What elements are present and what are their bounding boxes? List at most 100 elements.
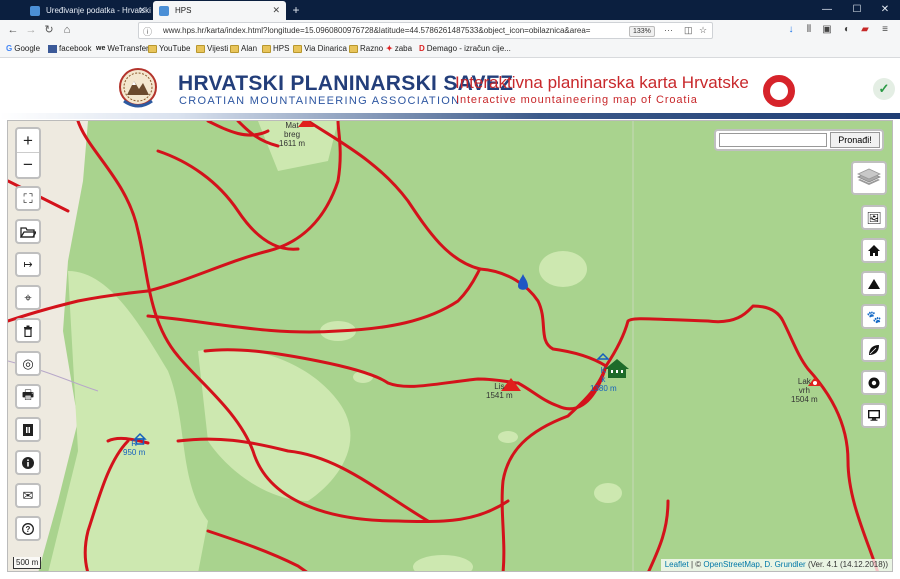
tab-hps[interactable]: HPS ✕ — [153, 1, 286, 20]
bookmark-via-dinarica[interactable]: Via Dinarica — [293, 44, 347, 53]
bookmark-vijesti[interactable]: Vijesti — [196, 44, 228, 53]
email-button[interactable]: ✉ — [15, 483, 41, 508]
library-icon[interactable]: ⫴ — [802, 23, 816, 37]
animals-button[interactable]: 🐾 — [861, 304, 887, 329]
menu-icon[interactable]: ≡ — [878, 23, 892, 37]
gallery-button[interactable]: 🖼 — [861, 205, 887, 230]
info-icon — [22, 456, 34, 469]
close-window-icon[interactable]: ✕ — [870, 0, 900, 20]
leaf-icon — [869, 344, 879, 355]
tab-title: HPS — [175, 6, 192, 15]
tab-favicon-icon — [159, 6, 169, 16]
maximize-icon[interactable]: ☐ — [842, 0, 872, 20]
address-bar[interactable]: ⓘ www.hps.hr/karta/index.html?longitude=… — [138, 22, 713, 39]
peak-label-top: Mat breg 1611 m — [279, 121, 306, 148]
fullscreen-button[interactable]: ⛶ — [15, 186, 41, 211]
hps-logo-icon — [119, 68, 157, 108]
screen-button[interactable] — [861, 403, 887, 428]
record-icon — [868, 377, 880, 388]
home-icon[interactable]: ⌂ — [59, 23, 75, 38]
version-text: (Ver. 4.1 (14.12.2018)) — [807, 560, 888, 569]
target-button[interactable]: ◎ — [15, 351, 41, 376]
reload-icon[interactable]: ↻ — [41, 23, 57, 38]
house-icon — [868, 245, 880, 256]
map-view[interactable]: Mat breg 1611 m Lis 1541 m K k 1380 m La… — [7, 120, 893, 572]
folder-open-icon — [20, 226, 36, 238]
delete-button[interactable] — [15, 318, 41, 343]
search-input[interactable] — [719, 133, 827, 147]
bookmark-razno[interactable]: Razno — [349, 44, 383, 53]
close-tab-icon[interactable]: ✕ — [138, 1, 146, 20]
hut-label: K k 1380 m — [590, 366, 617, 393]
trail — [478, 267, 608, 368]
bookmark-alan[interactable]: Alan — [230, 44, 257, 53]
bookmark-demago[interactable]: D Demago - izračun cije... — [419, 44, 511, 53]
zoom-out-button[interactable]: − — [17, 153, 39, 177]
shelter-label-left: R 950 m — [123, 439, 146, 457]
bookmark-youtube[interactable]: YouTube — [148, 44, 190, 53]
plants-button[interactable] — [861, 337, 887, 362]
bookmark-zaba[interactable]: ✦ zaba — [386, 44, 412, 53]
minimize-icon[interactable]: — — [812, 0, 842, 20]
info-button[interactable] — [15, 450, 41, 475]
folder-icon — [196, 44, 205, 53]
meadow — [498, 431, 518, 443]
bookmark-wetransfer[interactable]: we WeTransfer — [96, 44, 149, 53]
addon-icon[interactable]: ▰ — [858, 23, 872, 37]
meadow — [413, 555, 473, 571]
download-icon[interactable]: ↓ — [784, 23, 798, 37]
measure-icon: ↦ — [23, 259, 33, 271]
circle-button[interactable] — [861, 370, 887, 395]
facebook-icon — [48, 44, 57, 53]
trail — [146, 267, 482, 334]
open-file-button[interactable] — [15, 219, 41, 244]
extension-icon[interactable]: ◐ — [840, 23, 854, 37]
red-ring-logo-icon — [763, 75, 795, 107]
bookmark-star-icon[interactable]: ☆ — [699, 25, 707, 36]
leaflet-link[interactable]: Leaflet — [665, 560, 689, 569]
zoom-control: + − — [15, 127, 41, 179]
attribution: Leaflet | © OpenStreetMap, D. Grundler (… — [660, 559, 892, 571]
forward-icon[interactable]: → — [23, 23, 39, 38]
zoom-in-button[interactable]: + — [17, 129, 39, 153]
print-button[interactable]: 🖶 — [15, 384, 41, 409]
back-icon[interactable]: ← — [5, 23, 21, 38]
huts-button[interactable] — [861, 238, 887, 263]
more-icon[interactable]: ··· — [664, 25, 673, 35]
site-info-icon[interactable]: ⓘ — [143, 25, 152, 38]
layers-button[interactable] — [851, 161, 887, 195]
locate-button[interactable]: ⌖ — [15, 285, 41, 310]
paw-icon: 🐾 — [866, 309, 882, 324]
bookmarks-bar: G Google facebook we WeTransfer YouTube Vi… — [0, 41, 900, 58]
monitor-icon — [868, 410, 880, 421]
org-name-english: CROATIAN MOUNTAINEERING ASSOCIATION — [179, 95, 461, 107]
meadow — [198, 348, 351, 501]
search-button[interactable]: Pronađi! — [830, 132, 880, 148]
help-button[interactable]: ? — [15, 516, 41, 541]
folder-icon — [293, 44, 302, 53]
bookmark-facebook[interactable]: facebook — [48, 44, 91, 53]
help-icon: ? — [22, 522, 34, 535]
bookmark-hps[interactable]: HPS — [262, 44, 289, 53]
author-link[interactable]: D. Grundler — [764, 560, 805, 569]
svg-text:?: ? — [26, 525, 31, 534]
tab-uredivanje[interactable]: Uređivanje podatka - Hrvatski p ✕ — [24, 1, 152, 20]
shield-check-icon[interactable]: ✓ — [873, 78, 895, 100]
bookmark-google[interactable]: G Google — [6, 44, 40, 53]
images-icon: 🖼 — [866, 210, 882, 225]
pocket-icon[interactable]: ◫ — [684, 25, 693, 36]
peaks-button[interactable] — [861, 271, 887, 296]
new-tab-button[interactable]: + — [288, 1, 304, 19]
water-source-icon — [518, 274, 528, 290]
scale-bar: 500 m — [13, 557, 41, 569]
browser-tab-bar: Uređivanje podatka - Hrvatski p ✕ HPS ✕ … — [0, 0, 900, 20]
zoom-level[interactable]: 133% — [629, 26, 655, 37]
folder-icon — [349, 44, 358, 53]
legend-button[interactable] — [15, 417, 41, 442]
close-tab-icon[interactable]: ✕ — [272, 1, 280, 20]
measure-button[interactable]: ↦ — [15, 252, 41, 277]
osm-link[interactable]: OpenStreetMap — [703, 560, 759, 569]
map-title-english: Interactive mountaineering map of Croati… — [456, 94, 698, 106]
sidebar-icon[interactable]: ▣ — [820, 23, 834, 37]
map-title: Interaktivna planinarska karta Hrvatske — [455, 73, 749, 92]
